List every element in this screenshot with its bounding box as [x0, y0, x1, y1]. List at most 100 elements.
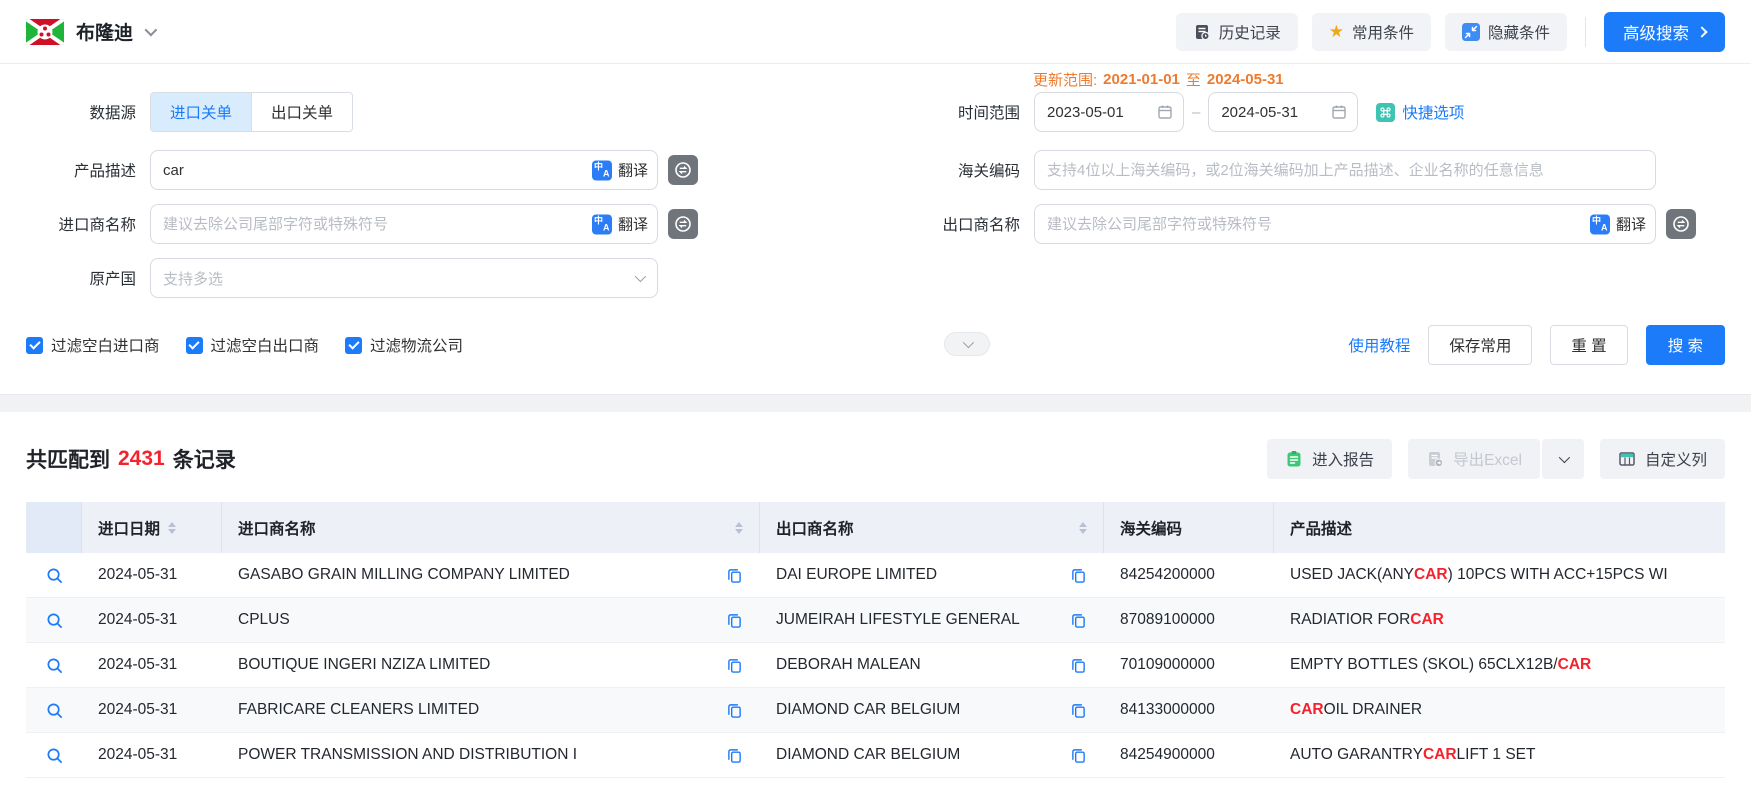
- quick-options-link[interactable]: 快捷选项: [1376, 101, 1464, 123]
- view-detail-button[interactable]: [46, 747, 63, 764]
- copy-button[interactable]: [1071, 703, 1086, 718]
- filter-blank-exporter-checkbox[interactable]: 过滤空白出口商: [186, 334, 320, 356]
- update-range-end: 2024-05-31: [1207, 71, 1284, 88]
- view-detail-button[interactable]: [46, 702, 63, 719]
- history-button-label: 历史记录: [1219, 21, 1281, 43]
- table-row: 2024-05-31 BOUTIQUE INGERI NZIZA LIMITED…: [26, 643, 1725, 688]
- copy-button[interactable]: [1071, 568, 1086, 583]
- top-bar-actions: 历史记录 ★ 常用条件 隐藏条件 高级搜索: [1176, 12, 1725, 52]
- enter-report-button[interactable]: 进入报告: [1267, 439, 1392, 479]
- copy-button[interactable]: [727, 658, 742, 673]
- translate-button[interactable]: 中A 翻译: [592, 214, 648, 235]
- translate-button[interactable]: 中A 翻译: [1590, 214, 1646, 235]
- form-actions: 使用教程 保存常用 重 置 搜 索: [1348, 325, 1725, 365]
- exporter-input[interactable]: [1034, 204, 1656, 244]
- importer-name: POWER TRANSMISSION AND DISTRIBUTION I: [238, 746, 577, 764]
- sort-exporter[interactable]: [1079, 522, 1087, 534]
- cell-importer: CPLUS: [222, 598, 760, 642]
- search-button[interactable]: 搜 索: [1646, 325, 1725, 365]
- form-row-importer-exporter: 进口商名称 中A 翻译 出口商名称 中A 翻译: [26, 204, 1725, 244]
- tutorial-link[interactable]: 使用教程: [1348, 334, 1410, 356]
- divider: [1585, 17, 1586, 47]
- calendar-icon: [1157, 104, 1173, 120]
- header-hs-code: 海关编码: [1104, 502, 1274, 553]
- copy-button[interactable]: [727, 568, 742, 583]
- copy-icon: [727, 568, 742, 583]
- cell-hs-code: 84254900000: [1104, 733, 1274, 777]
- fuzzy-match-toggle[interactable]: [1666, 209, 1696, 239]
- product-desc-input[interactable]: [150, 150, 658, 190]
- cell-import-date: 2024-05-31: [82, 688, 222, 732]
- filter-logistics-checkbox[interactable]: 过滤物流公司: [345, 334, 463, 356]
- chevron-down-icon: [635, 271, 646, 282]
- view-detail-button[interactable]: [46, 567, 63, 584]
- copy-button[interactable]: [727, 703, 742, 718]
- customize-columns-button[interactable]: 自定义列: [1600, 439, 1725, 479]
- results-section: 共匹配到 2431 条记录 进入报告: [0, 412, 1751, 778]
- form-row-product-hscode: 产品描述 中A 翻译 海关编码: [26, 150, 1725, 190]
- view-detail-button[interactable]: [46, 612, 63, 629]
- copy-button[interactable]: [727, 748, 742, 763]
- export-options-dropdown[interactable]: [1542, 439, 1584, 479]
- history-button[interactable]: 历史记录: [1176, 13, 1298, 51]
- export-excel-button[interactable]: 导出Excel: [1408, 439, 1540, 479]
- table-header-row: 进口日期 进口商名称 出口商名称 海关编码 产品描述: [26, 502, 1725, 553]
- hide-conditions-button[interactable]: 隐藏条件: [1445, 13, 1567, 51]
- translate-label: 翻译: [618, 160, 648, 181]
- copy-button[interactable]: [1071, 748, 1086, 763]
- cell-hs-code: 84133000000: [1104, 688, 1274, 732]
- checkbox-checked-icon: [26, 337, 43, 354]
- magnifier-icon: [46, 747, 63, 764]
- origin-country-placeholder: 支持多选: [163, 268, 223, 289]
- cell-product-desc: EMPTY BOTTLES (SKOL) 65CLX12B/CAR: [1274, 643, 1725, 687]
- header-exporter-name: 出口商名称: [760, 502, 1104, 553]
- hide-conditions-button-label: 隐藏条件: [1488, 21, 1550, 43]
- importer-input[interactable]: [150, 204, 658, 244]
- cell-product-desc: RADIATIOR FOR CAR: [1274, 598, 1725, 642]
- country-dropdown-chevron-icon[interactable]: [145, 24, 158, 37]
- exporter-name: DEBORAH MALEAN: [776, 656, 921, 674]
- cell-import-date: 2024-05-31: [82, 553, 222, 597]
- cell-importer: GASABO GRAIN MILLING COMPANY LIMITED: [222, 553, 760, 597]
- fuzzy-match-toggle[interactable]: [668, 155, 698, 185]
- tab-import-declarations[interactable]: 进口关单: [151, 93, 251, 131]
- cell-importer: FABRICARE CLEANERS LIMITED: [222, 688, 760, 732]
- collapse-form-button[interactable]: [944, 332, 990, 356]
- fuzzy-match-toggle[interactable]: [668, 209, 698, 239]
- collapse-arrows-icon: [1462, 23, 1480, 41]
- date-start-input[interactable]: 2023-05-01: [1034, 92, 1184, 132]
- advanced-search-button[interactable]: 高级搜索: [1604, 12, 1725, 52]
- exporter-label: 出口商名称: [936, 213, 1020, 235]
- form-row-datasource-timerange: 数据源 进口关单 出口关单 时间范围 2023-05-01 –: [26, 92, 1725, 132]
- copy-button[interactable]: [727, 613, 742, 628]
- customize-columns-label: 自定义列: [1645, 448, 1707, 470]
- hs-code-input[interactable]: [1034, 150, 1656, 190]
- importer-name: GASABO GRAIN MILLING COMPANY LIMITED: [238, 566, 570, 584]
- country-selector-label: 布隆迪: [76, 18, 133, 45]
- origin-country-select[interactable]: 支持多选: [150, 258, 658, 298]
- exporter-name: DIAMOND CAR BELGIUM: [776, 701, 960, 719]
- sort-import-date[interactable]: [168, 522, 176, 534]
- view-detail-button[interactable]: [46, 657, 63, 674]
- tab-export-declarations[interactable]: 出口关单: [251, 93, 352, 131]
- translate-button[interactable]: 中A 翻译: [592, 160, 648, 181]
- form-row-filters-actions: 过滤空白进口商 过滤空白出口商 过滤物流公司 使用教程 保存常用 重 置 搜 索: [26, 332, 1725, 358]
- exporter-name: DAI EUROPE LIMITED: [776, 566, 937, 584]
- sort-importer[interactable]: [735, 522, 743, 534]
- copy-button[interactable]: [1071, 613, 1086, 628]
- favorites-button[interactable]: ★ 常用条件: [1312, 13, 1431, 51]
- advanced-search-label: 高级搜索: [1623, 20, 1689, 44]
- table-row: 2024-05-31 POWER TRANSMISSION AND DISTRI…: [26, 733, 1725, 778]
- filter-blank-importer-checkbox[interactable]: 过滤空白进口商: [26, 334, 160, 356]
- cell-importer: POWER TRANSMISSION AND DISTRIBUTION I: [222, 733, 760, 777]
- reset-button[interactable]: 重 置: [1550, 325, 1627, 365]
- copy-button[interactable]: [1071, 658, 1086, 673]
- date-end-input[interactable]: 2024-05-31: [1208, 92, 1358, 132]
- translate-label: 翻译: [618, 214, 648, 235]
- cell-product-desc: CAR OIL DRAINER: [1274, 688, 1725, 732]
- save-favorite-button[interactable]: 保存常用: [1428, 325, 1532, 365]
- update-range-note: 更新范围: 2021-01-01 至 2024-05-31: [1033, 68, 1284, 90]
- copy-icon: [1071, 613, 1086, 628]
- importer-label: 进口商名称: [26, 213, 136, 235]
- filter-label: 过滤物流公司: [370, 334, 463, 356]
